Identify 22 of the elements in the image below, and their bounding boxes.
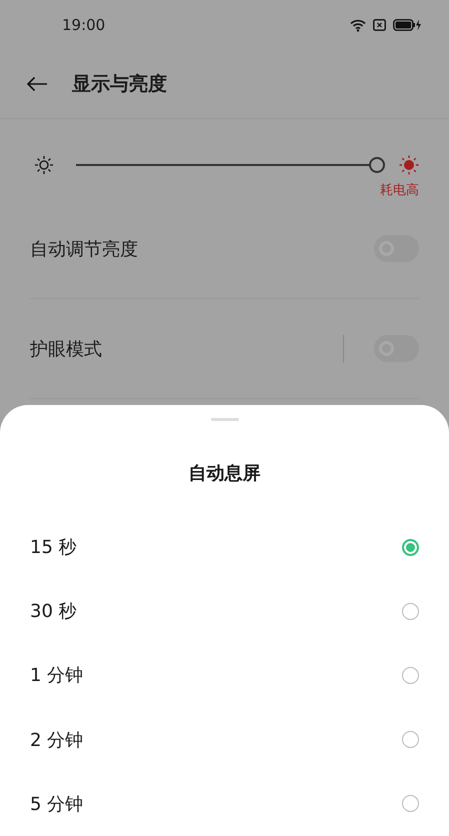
wifi-icon [350,18,366,32]
option-item[interactable]: 2 分钟 [0,708,449,772]
sheet-title: 自动息屏 [188,462,262,485]
status-time: 19:00 [62,16,106,34]
page-title: 显示与亮度 [72,72,167,97]
radio-button[interactable] [402,538,419,556]
option-item[interactable]: 30 秒 [0,579,449,644]
radio-button[interactable] [402,731,419,748]
sun-icon [399,155,419,175]
setting-label: 自动调节亮度 [30,238,139,260]
drag-handle[interactable] [210,418,238,421]
power-warning: 耗电高 [380,182,419,199]
battery-charging-icon [393,19,421,31]
back-button[interactable] [26,76,48,92]
sun-icon [34,155,54,175]
option-item[interactable]: 15 秒 [0,514,449,580]
radio-button[interactable] [402,602,419,620]
setting-label: 护眼模式 [30,338,103,360]
option-item[interactable]: 1 分钟 [0,643,449,708]
radio-button[interactable] [402,795,419,812]
radio-button[interactable] [402,666,419,684]
option-item[interactable]: 5 分钟 [0,772,449,836]
